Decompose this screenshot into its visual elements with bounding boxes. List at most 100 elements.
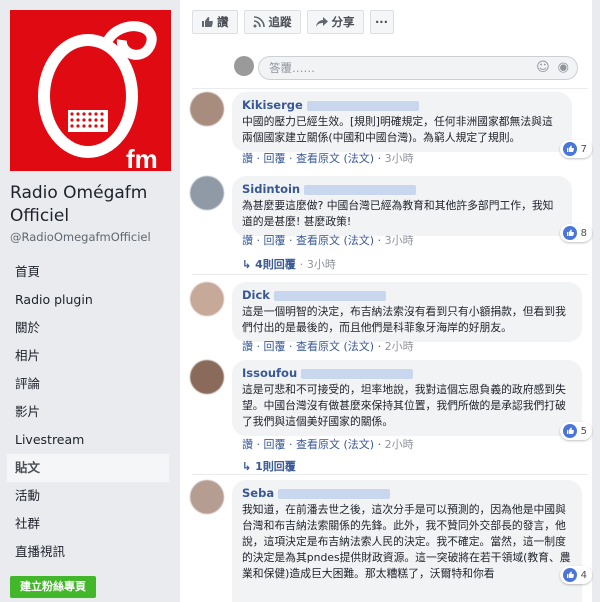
logo-fm-text: fm: [126, 144, 158, 171]
comment-timestamp[interactable]: 3小時: [385, 234, 414, 247]
nav-item-photos[interactable]: 相片: [7, 342, 169, 370]
comment-like-link[interactable]: 讚: [242, 438, 253, 451]
page-title[interactable]: Radio Omégafm Officiel: [10, 182, 175, 228]
reply-input[interactable]: 答覆…… ☺ ◉: [258, 56, 578, 80]
like-count: 8: [580, 227, 587, 239]
create-page-button[interactable]: 建立粉絲專頁: [10, 576, 96, 598]
reply-arrow-icon: ↳: [242, 460, 252, 473]
commenter-name[interactable]: Seba: [242, 486, 274, 500]
page-handle[interactable]: @RadioOmegafmOfficiel: [10, 230, 151, 244]
comment-timestamp[interactable]: 2小時: [385, 438, 414, 451]
nav-item-events[interactable]: 活動: [7, 482, 169, 510]
nav-item-videos[interactable]: 影片: [7, 398, 169, 426]
replies-timestamp: 3小時: [306, 258, 336, 271]
page-logo[interactable]: fm: [10, 10, 171, 174]
page-sidebar: fm Radio Omégafm Officiel @RadioOmegafmO…: [0, 0, 178, 602]
omega-logo-icon: fm: [38, 21, 158, 174]
composer-icons: ☺ ◉: [536, 61, 569, 75]
avatar: [234, 56, 254, 76]
comment-text: 中國的壓力已經生效。[規則]明確規定，任何非洲國家都無法與這兩個國家建立關係(中…: [242, 115, 553, 144]
follow-button[interactable]: 追蹤: [243, 10, 301, 34]
nav-item-about[interactable]: 關於: [7, 314, 169, 342]
reaction-badge[interactable]: 8: [559, 224, 592, 242]
comment: Kikiserge 中國的壓力已經生效。[規則]明確規定，任何非洲國家都無法與這…: [190, 92, 592, 165]
see-original-link[interactable]: 查看原文 (法文): [296, 438, 374, 451]
share-label: 分享: [331, 15, 355, 29]
redacted-name: [304, 185, 417, 195]
comment-actions: 讚 · 回覆 · 查看原文 (法文) · 2小時: [242, 340, 414, 353]
comment-bubble: Sidintoin 為甚麼要這麼做? 中國台灣已經為教育和其他許多部門工作，我知…: [232, 176, 572, 236]
comment-text: 為甚麼要這麼做? 中國台灣已經為教育和其他許多部門工作，我知道的是甚麼! 甚麼政…: [242, 199, 554, 228]
reaction-badge[interactable]: 5: [559, 422, 592, 440]
like-count: 5: [580, 425, 587, 437]
nav-item-community[interactable]: 社群: [7, 510, 169, 538]
comment-like-link[interactable]: 讚: [242, 152, 253, 165]
comment-actions: 讚 · 回覆 · 查看原文 (法文) · 3小時: [242, 234, 414, 247]
comment-like-link[interactable]: 讚: [242, 234, 253, 247]
avatar[interactable]: [190, 480, 224, 514]
reaction-badge[interactable]: 7: [559, 140, 592, 158]
like-button[interactable]: 讚: [192, 10, 238, 34]
comment-reply-link[interactable]: 回覆: [264, 152, 286, 165]
nav-item-live-video[interactable]: 直播視訊: [7, 538, 169, 566]
comment-reply-link[interactable]: 回覆: [264, 340, 286, 353]
nav-item-reviews[interactable]: 評論: [7, 370, 169, 398]
like-reaction-icon: [562, 142, 577, 156]
avatar[interactable]: [190, 282, 224, 316]
like-reaction-icon: [562, 424, 577, 438]
see-original-link[interactable]: 查看原文 (法文): [296, 340, 374, 353]
share-arrow-icon: [315, 17, 328, 27]
comment: Sidintoin 為甚麼要這麼做? 中國台灣已經為教育和其他許多部門工作，我知…: [190, 176, 592, 272]
comment-timestamp[interactable]: 3小時: [385, 152, 414, 165]
like-reaction-icon: [562, 226, 577, 240]
view-replies-link[interactable]: ↳ 1則回覆: [242, 458, 296, 474]
avatar[interactable]: [190, 92, 224, 126]
reaction-badge[interactable]: 4: [559, 566, 592, 584]
view-replies-link[interactable]: ↳ 4則回覆 · 3小時: [242, 256, 336, 272]
comment-composer: 答覆…… ☺ ◉: [230, 56, 580, 80]
avatar[interactable]: [190, 176, 224, 210]
emoji-icon[interactable]: ☺: [536, 61, 550, 75]
comment: Issoufou 這是可悲和不可接受的，坦率地說，我對這個忘恩負義的政府感到失望…: [190, 360, 592, 474]
avatar[interactable]: [190, 360, 224, 394]
camera-icon[interactable]: ◉: [558, 61, 569, 75]
commenter-name[interactable]: Dick: [242, 288, 270, 302]
divider: [192, 88, 588, 89]
redacted-name: [273, 291, 386, 301]
like-label: 讚: [217, 15, 229, 29]
divider: [192, 474, 588, 475]
nav-item-home[interactable]: 首頁: [7, 258, 169, 286]
comment-timestamp[interactable]: 2小時: [385, 340, 414, 353]
nav-item-livestream[interactable]: Livestream: [7, 426, 169, 454]
thumbs-up-icon: [202, 17, 213, 27]
nav-item-posts[interactable]: 貼文: [7, 454, 169, 482]
comment-bubble: Dick 這是一個明智的決定，布吉納法索沒有看到只有小額捐款，但看到我們付出的是…: [232, 282, 582, 342]
redacted-name: [278, 489, 391, 499]
comment: Seba 我知道，在前潘去世之後，這次分手是可以預測的，因為他是中國與台灣和布吉…: [190, 480, 592, 602]
share-button[interactable]: 分享: [306, 10, 364, 34]
comment-actions: 讚 · 回覆 · 查看原文 (法文) · 3小時: [242, 152, 414, 165]
comment: Dick 這是一個明智的決定，布吉納法索沒有看到只有小額捐款，但看到我們付出的是…: [190, 282, 590, 353]
redacted-name: [301, 369, 414, 379]
like-reaction-icon: [562, 568, 577, 582]
comment-reply-link[interactable]: 回覆: [264, 234, 286, 247]
commenter-name[interactable]: Sidintoin: [242, 182, 300, 196]
comment-like-link[interactable]: 讚: [242, 340, 253, 353]
comment-bubble: Issoufou 這是可悲和不可接受的，坦率地說，我對這個忘恩負義的政府感到失望…: [232, 360, 582, 436]
nav-item-radio-plugin[interactable]: Radio plugin: [7, 286, 169, 314]
see-original-link[interactable]: 查看原文 (法文): [296, 152, 374, 165]
comment-text: 我知道，在前潘去世之後，這次分手是可以預測的，因為他是中國與台灣和布吉納法索關係…: [242, 503, 571, 580]
redacted-name: [306, 101, 419, 111]
post-panel: 讚 追蹤 分享 ··· 答覆…… ☺ ◉ Kikiserge 中國的壓力已經生效…: [180, 0, 592, 602]
comment-text: 這是可悲和不可接受的，坦率地說，我對這個忘恩負義的政府感到失望。中國台灣沒有做甚…: [242, 383, 566, 428]
reply-arrow-icon: ↳: [242, 258, 252, 271]
commenter-name[interactable]: Issoufou: [242, 366, 297, 380]
comment-bubble: Kikiserge 中國的壓力已經生效。[規則]明確規定，任何非洲國家都無法與這…: [232, 92, 572, 152]
comment-actions: 讚 · 回覆 · 查看原文 (法文) · 2小時: [242, 438, 414, 451]
more-options-button[interactable]: ···: [369, 10, 394, 34]
commenter-name[interactable]: Kikiserge: [242, 98, 303, 112]
see-original-link[interactable]: 查看原文 (法文): [296, 234, 374, 247]
comment-text: 這是一個明智的決定，布吉納法索沒有看到只有小額捐款，但看到我們付出的是最後的，而…: [242, 305, 566, 334]
comment-reply-link[interactable]: 回覆: [264, 438, 286, 451]
page-nav: 首頁 Radio plugin 關於 相片 評論 影片 Livestream 貼…: [7, 258, 169, 566]
